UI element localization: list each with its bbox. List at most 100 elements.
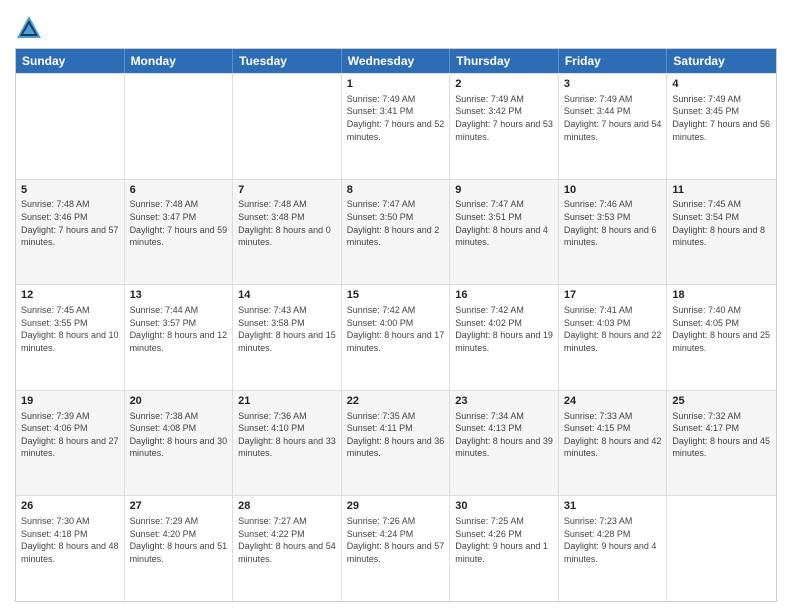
header-cell-sunday: Sunday [16,49,125,73]
calendar-cell: 7Sunrise: 7:48 AM Sunset: 3:48 PM Daylig… [233,180,342,285]
cell-info: Sunrise: 7:34 AM Sunset: 4:13 PM Dayligh… [455,410,553,460]
calendar-cell: 6Sunrise: 7:48 AM Sunset: 3:47 PM Daylig… [125,180,234,285]
calendar-row: 12Sunrise: 7:45 AM Sunset: 3:55 PM Dayli… [16,284,776,390]
calendar-body: 1Sunrise: 7:49 AM Sunset: 3:41 PM Daylig… [16,73,776,601]
cell-info: Sunrise: 7:42 AM Sunset: 4:00 PM Dayligh… [347,304,445,354]
calendar-cell [233,74,342,179]
cell-info: Sunrise: 7:30 AM Sunset: 4:18 PM Dayligh… [21,515,119,565]
calendar-cell: 22Sunrise: 7:35 AM Sunset: 4:11 PM Dayli… [342,391,451,496]
cell-info: Sunrise: 7:42 AM Sunset: 4:02 PM Dayligh… [455,304,553,354]
calendar-cell: 21Sunrise: 7:36 AM Sunset: 4:10 PM Dayli… [233,391,342,496]
calendar-cell: 23Sunrise: 7:34 AM Sunset: 4:13 PM Dayli… [450,391,559,496]
calendar-cell: 17Sunrise: 7:41 AM Sunset: 4:03 PM Dayli… [559,285,668,390]
cell-info: Sunrise: 7:44 AM Sunset: 3:57 PM Dayligh… [130,304,228,354]
day-number: 15 [347,288,445,303]
calendar-cell: 18Sunrise: 7:40 AM Sunset: 4:05 PM Dayli… [667,285,776,390]
calendar-cell: 26Sunrise: 7:30 AM Sunset: 4:18 PM Dayli… [16,496,125,601]
calendar-cell: 24Sunrise: 7:33 AM Sunset: 4:15 PM Dayli… [559,391,668,496]
cell-info: Sunrise: 7:41 AM Sunset: 4:03 PM Dayligh… [564,304,662,354]
cell-info: Sunrise: 7:48 AM Sunset: 3:46 PM Dayligh… [21,198,119,248]
calendar: SundayMondayTuesdayWednesdayThursdayFrid… [15,48,777,602]
day-number: 18 [672,288,771,303]
cell-info: Sunrise: 7:49 AM Sunset: 3:44 PM Dayligh… [564,93,662,143]
cell-info: Sunrise: 7:38 AM Sunset: 4:08 PM Dayligh… [130,410,228,460]
day-number: 24 [564,394,662,409]
calendar-cell: 10Sunrise: 7:46 AM Sunset: 3:53 PM Dayli… [559,180,668,285]
day-number: 7 [238,183,336,198]
cell-info: Sunrise: 7:29 AM Sunset: 4:20 PM Dayligh… [130,515,228,565]
cell-info: Sunrise: 7:40 AM Sunset: 4:05 PM Dayligh… [672,304,771,354]
calendar-cell: 4Sunrise: 7:49 AM Sunset: 3:45 PM Daylig… [667,74,776,179]
calendar-cell: 27Sunrise: 7:29 AM Sunset: 4:20 PM Dayli… [125,496,234,601]
day-number: 4 [672,77,771,92]
day-number: 2 [455,77,553,92]
day-number: 11 [672,183,771,198]
calendar-cell: 12Sunrise: 7:45 AM Sunset: 3:55 PM Dayli… [16,285,125,390]
header-cell-wednesday: Wednesday [342,49,451,73]
day-number: 21 [238,394,336,409]
calendar-cell: 1Sunrise: 7:49 AM Sunset: 3:41 PM Daylig… [342,74,451,179]
header [15,10,777,42]
day-number: 10 [564,183,662,198]
calendar-cell: 5Sunrise: 7:48 AM Sunset: 3:46 PM Daylig… [16,180,125,285]
day-number: 30 [455,499,553,514]
day-number: 28 [238,499,336,514]
calendar-cell: 9Sunrise: 7:47 AM Sunset: 3:51 PM Daylig… [450,180,559,285]
logo [15,14,46,42]
header-cell-friday: Friday [559,49,668,73]
day-number: 26 [21,499,119,514]
calendar-cell: 14Sunrise: 7:43 AM Sunset: 3:58 PM Dayli… [233,285,342,390]
day-number: 8 [347,183,445,198]
cell-info: Sunrise: 7:36 AM Sunset: 4:10 PM Dayligh… [238,410,336,460]
day-number: 25 [672,394,771,409]
day-number: 27 [130,499,228,514]
day-number: 29 [347,499,445,514]
cell-info: Sunrise: 7:46 AM Sunset: 3:53 PM Dayligh… [564,198,662,248]
calendar-header: SundayMondayTuesdayWednesdayThursdayFrid… [16,49,776,73]
cell-info: Sunrise: 7:27 AM Sunset: 4:22 PM Dayligh… [238,515,336,565]
calendar-row: 1Sunrise: 7:49 AM Sunset: 3:41 PM Daylig… [16,73,776,179]
cell-info: Sunrise: 7:39 AM Sunset: 4:06 PM Dayligh… [21,410,119,460]
page: SundayMondayTuesdayWednesdayThursdayFrid… [0,0,792,612]
header-cell-saturday: Saturday [667,49,776,73]
calendar-cell: 20Sunrise: 7:38 AM Sunset: 4:08 PM Dayli… [125,391,234,496]
day-number: 23 [455,394,553,409]
day-number: 13 [130,288,228,303]
day-number: 16 [455,288,553,303]
cell-info: Sunrise: 7:35 AM Sunset: 4:11 PM Dayligh… [347,410,445,460]
calendar-cell: 16Sunrise: 7:42 AM Sunset: 4:02 PM Dayli… [450,285,559,390]
calendar-cell: 29Sunrise: 7:26 AM Sunset: 4:24 PM Dayli… [342,496,451,601]
day-number: 22 [347,394,445,409]
day-number: 20 [130,394,228,409]
calendar-cell [667,496,776,601]
calendar-row: 19Sunrise: 7:39 AM Sunset: 4:06 PM Dayli… [16,390,776,496]
calendar-cell: 8Sunrise: 7:47 AM Sunset: 3:50 PM Daylig… [342,180,451,285]
day-number: 19 [21,394,119,409]
day-number: 17 [564,288,662,303]
calendar-cell: 13Sunrise: 7:44 AM Sunset: 3:57 PM Dayli… [125,285,234,390]
header-cell-thursday: Thursday [450,49,559,73]
calendar-row: 26Sunrise: 7:30 AM Sunset: 4:18 PM Dayli… [16,495,776,601]
logo-icon [15,14,43,42]
calendar-cell: 3Sunrise: 7:49 AM Sunset: 3:44 PM Daylig… [559,74,668,179]
calendar-cell: 11Sunrise: 7:45 AM Sunset: 3:54 PM Dayli… [667,180,776,285]
cell-info: Sunrise: 7:48 AM Sunset: 3:48 PM Dayligh… [238,198,336,248]
day-number: 5 [21,183,119,198]
calendar-cell: 30Sunrise: 7:25 AM Sunset: 4:26 PM Dayli… [450,496,559,601]
day-number: 31 [564,499,662,514]
calendar-row: 5Sunrise: 7:48 AM Sunset: 3:46 PM Daylig… [16,179,776,285]
day-number: 14 [238,288,336,303]
calendar-cell: 31Sunrise: 7:23 AM Sunset: 4:28 PM Dayli… [559,496,668,601]
header-cell-monday: Monday [125,49,234,73]
day-number: 9 [455,183,553,198]
calendar-cell: 25Sunrise: 7:32 AM Sunset: 4:17 PM Dayli… [667,391,776,496]
cell-info: Sunrise: 7:47 AM Sunset: 3:51 PM Dayligh… [455,198,553,248]
calendar-cell: 15Sunrise: 7:42 AM Sunset: 4:00 PM Dayli… [342,285,451,390]
cell-info: Sunrise: 7:32 AM Sunset: 4:17 PM Dayligh… [672,410,771,460]
day-number: 12 [21,288,119,303]
cell-info: Sunrise: 7:49 AM Sunset: 3:45 PM Dayligh… [672,93,771,143]
cell-info: Sunrise: 7:49 AM Sunset: 3:41 PM Dayligh… [347,93,445,143]
cell-info: Sunrise: 7:25 AM Sunset: 4:26 PM Dayligh… [455,515,553,565]
cell-info: Sunrise: 7:45 AM Sunset: 3:55 PM Dayligh… [21,304,119,354]
cell-info: Sunrise: 7:48 AM Sunset: 3:47 PM Dayligh… [130,198,228,248]
